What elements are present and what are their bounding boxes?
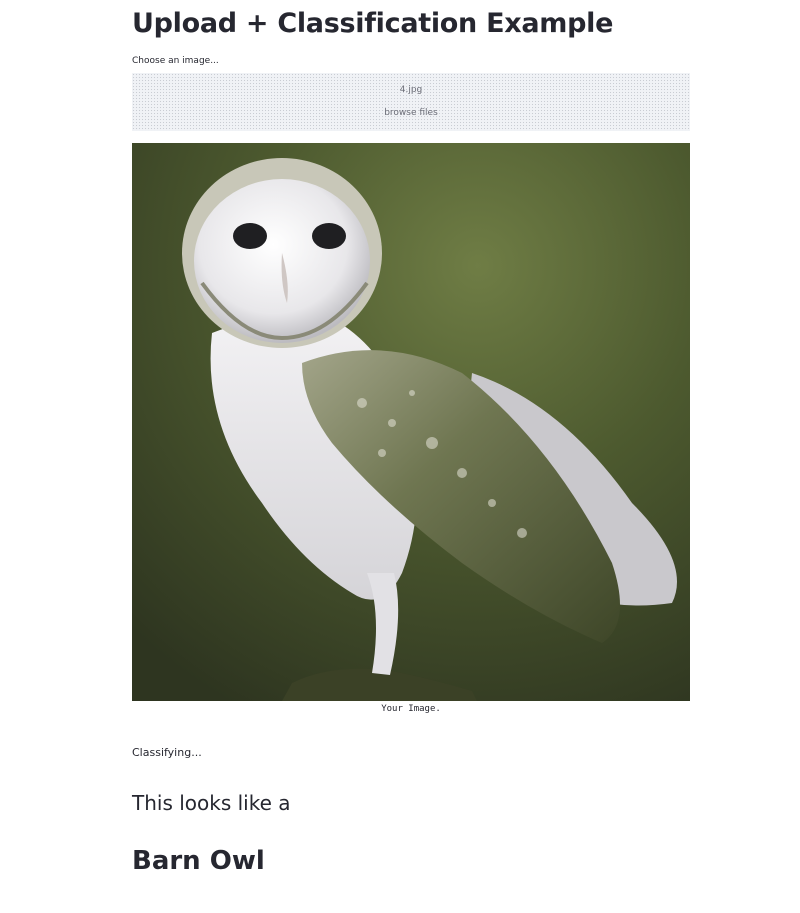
result-intro: This looks like a xyxy=(132,791,291,815)
file-dropzone[interactable]: 4.jpg browse files xyxy=(132,73,690,131)
owl-photo xyxy=(132,143,690,701)
page-title: Upload + Classification Example xyxy=(132,8,614,39)
uploader-label: Choose an image... xyxy=(132,56,219,66)
image-caption: Your Image. xyxy=(381,704,441,714)
prediction-label: Barn Owl xyxy=(132,846,265,876)
uploaded-file-name: 4.jpg xyxy=(399,85,423,95)
uploaded-image xyxy=(132,143,690,701)
classification-status: Classifying... xyxy=(132,746,202,759)
browse-files-button[interactable]: browse files xyxy=(132,108,690,118)
